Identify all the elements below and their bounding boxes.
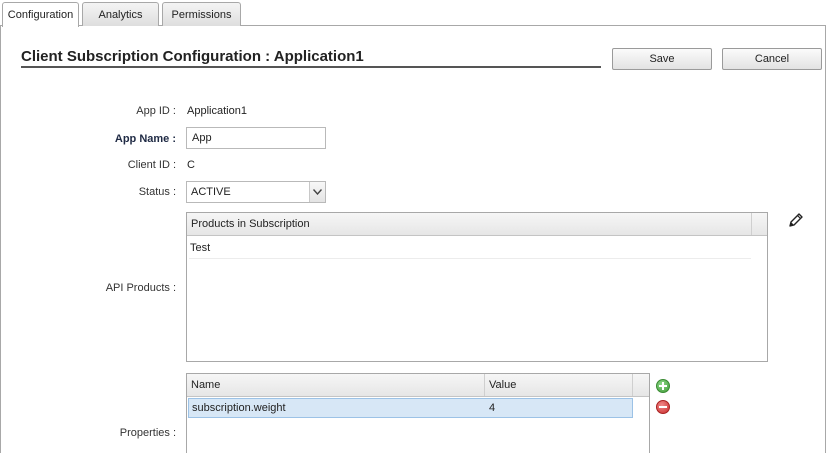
- status-select[interactable]: ACTIVE: [186, 181, 326, 203]
- remove-icon[interactable]: [656, 400, 670, 414]
- grid-header: Products in Subscription: [187, 213, 767, 236]
- tab-configuration[interactable]: Configuration: [2, 2, 79, 27]
- app-id-label: App ID :: [136, 105, 176, 117]
- title-divider: [21, 66, 601, 68]
- status-selected-value: ACTIVE: [191, 186, 231, 198]
- api-products-grid: Products in Subscription Test: [186, 212, 768, 362]
- client-id-label: Client ID :: [127, 159, 176, 171]
- app-name-input[interactable]: [186, 127, 326, 149]
- client-id-value: C: [187, 159, 195, 171]
- save-button[interactable]: Save: [612, 48, 712, 70]
- app-id-value: Application1: [187, 105, 247, 117]
- add-icon[interactable]: [656, 379, 670, 393]
- property-value-cell[interactable]: 4: [486, 402, 495, 414]
- row-divider: [189, 258, 751, 259]
- column-header-name[interactable]: Name: [187, 374, 485, 396]
- column-header-products[interactable]: Products in Subscription: [187, 213, 752, 235]
- chevron-down-icon[interactable]: [309, 182, 325, 202]
- properties-label: Properties :: [119, 427, 176, 439]
- status-label: Status :: [138, 186, 176, 198]
- tab-bar: Configuration Analytics Permissions: [0, 0, 826, 27]
- app-name-label: App Name :: [114, 133, 176, 145]
- cancel-button[interactable]: Cancel: [722, 48, 822, 70]
- pencil-icon[interactable]: [787, 211, 805, 229]
- tab-analytics[interactable]: Analytics: [82, 2, 159, 26]
- tab-permissions[interactable]: Permissions: [162, 2, 241, 26]
- api-products-label: API Products :: [105, 282, 176, 294]
- properties-grid: Name Value subscription.weight 4: [186, 373, 650, 453]
- grid-header: Name Value: [187, 374, 649, 397]
- list-item[interactable]: Test: [187, 242, 210, 254]
- column-header-value[interactable]: Value: [485, 374, 633, 396]
- property-name-cell[interactable]: subscription.weight: [189, 402, 286, 414]
- page-title: Client Subscription Configuration : Appl…: [21, 48, 364, 65]
- table-row[interactable]: subscription.weight 4: [188, 398, 633, 418]
